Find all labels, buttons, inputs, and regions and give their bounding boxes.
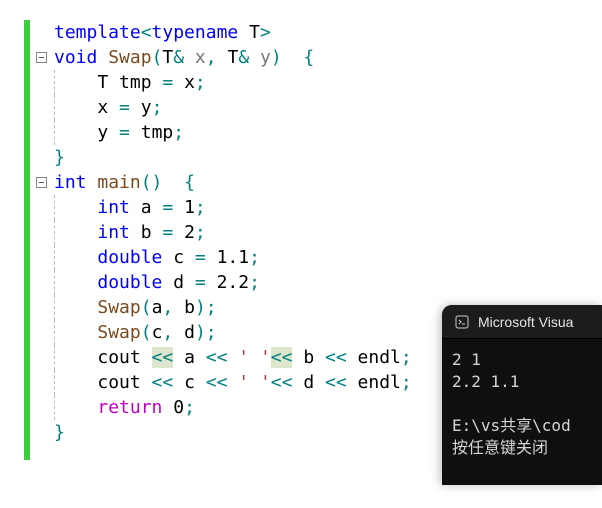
keyword-typename: typename [152,22,239,43]
function-name: Swap [108,47,151,68]
code-line[interactable]: int b = 2; [54,220,602,245]
console-line: 2 1 [452,350,481,369]
console-app-icon [454,314,470,330]
code-line[interactable]: int a = 1; [54,195,602,220]
code-line[interactable]: double d = 2.2; [54,270,602,295]
code-line[interactable]: y = tmp; [54,120,602,145]
code-line[interactable]: } [54,145,602,170]
code-line[interactable]: template<typename T> [54,20,602,45]
console-title-text: Microsoft Visua [478,314,573,330]
console-line: E:\vs共享\cod [452,416,571,435]
function-name: main [87,172,141,193]
console-window[interactable]: Microsoft Visua 2 1 2.2 1.1 E:\vs共享\cod … [442,305,602,485]
console-titlebar[interactable]: Microsoft Visua [442,305,602,339]
console-line: 2.2 1.1 [452,372,519,391]
code-line[interactable]: T tmp = x; [54,70,602,95]
console-line: 按任意键关闭 [452,438,548,457]
code-line[interactable]: int main() { [0,170,602,195]
console-output[interactable]: 2 1 2.2 1.1 E:\vs共享\cod 按任意键关闭 [442,339,602,469]
change-marker-bar [24,20,30,460]
code-line[interactable]: void Swap(T& x, T& y) { [0,45,602,70]
code-line[interactable]: double c = 1.1; [54,245,602,270]
keyword-int: int [54,172,87,193]
keyword-void: void [54,47,97,68]
keyword-return: return [97,397,162,418]
keyword-template: template [54,22,141,43]
code-line[interactable]: x = y; [54,95,602,120]
